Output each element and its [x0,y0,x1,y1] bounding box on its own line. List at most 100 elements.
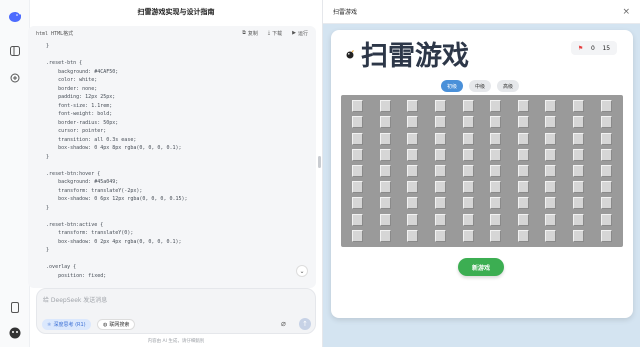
board-cell[interactable] [593,99,619,113]
board-cell[interactable] [345,213,371,227]
board-cell[interactable] [538,229,564,243]
board-cell[interactable] [511,213,537,227]
board-cell[interactable] [511,180,537,194]
board-cell[interactable] [428,229,454,243]
board-cell[interactable] [373,213,399,227]
message-input-box[interactable]: 给 DeepSeek 发送消息 ⚛ 深度思考 (R1) ◍ 联网搜索 ⌀ ↑ [36,288,316,334]
board-cell[interactable] [511,115,537,129]
board-cell[interactable] [511,131,537,145]
board-cell[interactable] [400,213,426,227]
new-game-button[interactable]: 新游戏 [458,258,504,276]
attach-icon[interactable]: ⌀ [281,319,286,328]
board-cell[interactable] [566,99,592,113]
board-cell[interactable] [455,99,481,113]
board-cell[interactable] [593,164,619,178]
board-cell[interactable] [593,196,619,210]
board-cell[interactable] [483,115,509,129]
deepseek-logo-icon[interactable] [8,10,22,24]
board-cell[interactable] [566,229,592,243]
board-cell[interactable] [593,148,619,162]
board-cell[interactable] [400,180,426,194]
board-cell[interactable] [400,99,426,113]
board-cell[interactable] [345,148,371,162]
board-cell[interactable] [428,131,454,145]
board-cell[interactable] [373,148,399,162]
board-cell[interactable] [400,115,426,129]
board-cell[interactable] [455,148,481,162]
send-button[interactable]: ↑ [299,318,311,330]
board-cell[interactable] [511,164,537,178]
board-cell[interactable] [428,180,454,194]
board-cell[interactable] [593,131,619,145]
board-cell[interactable] [483,164,509,178]
board-cell[interactable] [538,115,564,129]
level-intermediate-button[interactable]: 中级 [469,80,492,92]
run-button[interactable]: ▶ 运行 [292,30,308,37]
board-cell[interactable] [566,196,592,210]
board-cell[interactable] [373,180,399,194]
board-cell[interactable] [593,180,619,194]
board-cell[interactable] [455,164,481,178]
board-cell[interactable] [538,213,564,227]
board-cell[interactable] [400,164,426,178]
board-cell[interactable] [593,213,619,227]
board-cell[interactable] [455,180,481,194]
board-cell[interactable] [373,229,399,243]
board-cell[interactable] [455,115,481,129]
board-cell[interactable] [400,148,426,162]
board-cell[interactable] [373,115,399,129]
user-avatar-icon[interactable] [8,326,22,340]
level-expert-button[interactable]: 高级 [497,80,520,92]
board-cell[interactable] [538,131,564,145]
board-cell[interactable] [428,213,454,227]
board-cell[interactable] [538,180,564,194]
board-cell[interactable] [400,196,426,210]
board-cell[interactable] [455,213,481,227]
level-beginner-button[interactable]: 初级 [441,80,464,92]
board-cell[interactable] [483,213,509,227]
board-cell[interactable] [538,196,564,210]
board-cell[interactable] [566,164,592,178]
panel-resize-handle[interactable] [318,156,321,168]
board-cell[interactable] [400,229,426,243]
board-cell[interactable] [345,196,371,210]
board-cell[interactable] [345,180,371,194]
download-button[interactable]: ⤓ 下载 [268,30,282,37]
board-cell[interactable] [593,229,619,243]
new-chat-icon[interactable] [8,71,22,85]
board-cell[interactable] [373,164,399,178]
board-cell[interactable] [345,115,371,129]
board-cell[interactable] [345,99,371,113]
deep-think-toggle[interactable]: ⚛ 深度思考 (R1) [42,319,91,330]
board-cell[interactable] [455,131,481,145]
board-cell[interactable] [428,99,454,113]
board-cell[interactable] [566,131,592,145]
board-cell[interactable] [373,99,399,113]
board-cell[interactable] [428,196,454,210]
board-cell[interactable] [483,180,509,194]
board-cell[interactable] [455,229,481,243]
board-cell[interactable] [373,131,399,145]
board-cell[interactable] [345,229,371,243]
board-cell[interactable] [428,148,454,162]
board-cell[interactable] [566,213,592,227]
board-cell[interactable] [483,148,509,162]
board-cell[interactable] [428,164,454,178]
board-cell[interactable] [400,131,426,145]
board-cell[interactable] [428,115,454,129]
board-cell[interactable] [538,148,564,162]
close-icon[interactable]: × [622,7,630,17]
board-cell[interactable] [566,148,592,162]
sidebar-toggle-icon[interactable] [8,44,22,58]
board-cell[interactable] [373,196,399,210]
board-cell[interactable] [483,196,509,210]
board-cell[interactable] [345,164,371,178]
board-cell[interactable] [538,99,564,113]
board-cell[interactable] [455,196,481,210]
board-cell[interactable] [511,148,537,162]
message-input[interactable]: 给 DeepSeek 发送消息 [43,295,107,304]
phone-icon[interactable] [8,300,22,314]
board-cell[interactable] [511,229,537,243]
board-cell[interactable] [483,229,509,243]
board-cell[interactable] [593,115,619,129]
